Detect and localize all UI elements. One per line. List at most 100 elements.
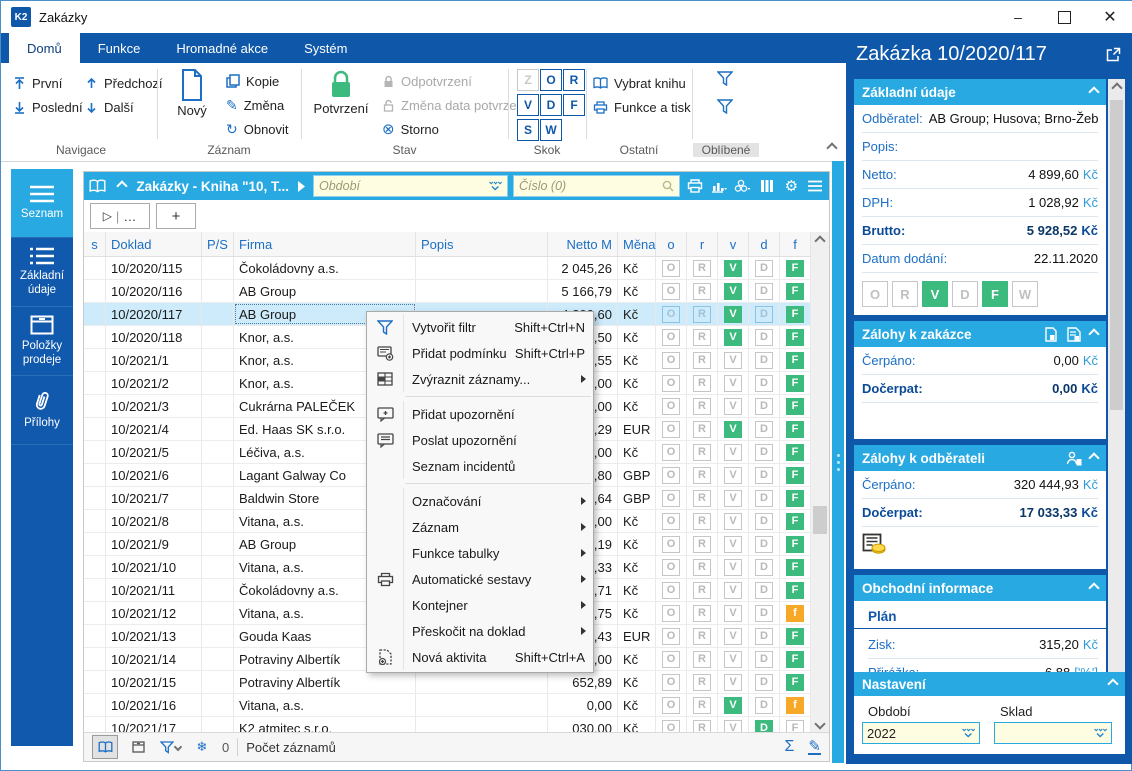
cell[interactable]: Kč [618, 602, 656, 624]
column-header-v[interactable]: v [718, 232, 749, 256]
cell[interactable] [202, 464, 234, 486]
cell[interactable]: 10/2021/16 [106, 694, 202, 716]
panel-vertical-scrollbar[interactable] [1108, 79, 1125, 691]
sidebar-item-prilohy[interactable]: Přílohy [11, 376, 73, 445]
sidebar-item-zakladni-udaje[interactable]: Základní údaje [11, 238, 73, 307]
column-header-o[interactable]: o [656, 232, 687, 256]
cell[interactable] [202, 625, 234, 647]
cell[interactable] [202, 671, 234, 693]
scroll-thumb[interactable] [1110, 100, 1123, 410]
jump-o-button[interactable]: O [540, 69, 562, 91]
menu-item-p-esko-it-na-doklad[interactable]: Přeskočit na doklad [367, 618, 593, 644]
cancel-button[interactable]: ⊗ Storno [382, 117, 439, 141]
cell[interactable] [202, 395, 234, 417]
cell[interactable] [416, 280, 548, 302]
cell[interactable]: EUR [618, 625, 656, 647]
container-view-toggle[interactable] [126, 736, 150, 758]
cell[interactable]: Kč [618, 326, 656, 348]
close-button[interactable]: ✕ [1087, 1, 1132, 33]
cell[interactable] [202, 257, 234, 279]
cell[interactable] [202, 556, 234, 578]
run-actions-button[interactable]: ▷ |… [90, 203, 150, 229]
sidebar-item-seznam[interactable]: Seznam [11, 169, 73, 238]
cell[interactable] [84, 257, 106, 279]
jump-v-button[interactable]: V [517, 94, 539, 116]
jump-d-button[interactable]: D [540, 94, 562, 116]
column-header-f[interactable]: f [780, 232, 811, 256]
favorite-filter-2-button[interactable] [717, 99, 733, 114]
cell[interactable]: 10/2020/116 [106, 280, 202, 302]
cell[interactable] [84, 303, 106, 325]
chart-icon[interactable] [709, 175, 728, 197]
book-select-arrow[interactable] [294, 175, 308, 197]
cell[interactable]: 10/2021/4 [106, 418, 202, 440]
cell[interactable]: Kč [618, 280, 656, 302]
cell[interactable] [84, 349, 106, 371]
tab-funkce[interactable]: Funkce [80, 33, 159, 63]
menu-item-kontejner[interactable]: Kontejner [367, 592, 593, 618]
cell[interactable] [202, 694, 234, 716]
cluster-icon[interactable] [733, 175, 752, 197]
advance-doc-icon[interactable] [1044, 326, 1058, 342]
cell[interactable]: Kč [618, 556, 656, 578]
settings-gear-icon[interactable]: ⚙ [782, 175, 801, 197]
cell[interactable]: 030,00 [548, 717, 618, 732]
cell[interactable] [84, 533, 106, 555]
cell[interactable] [202, 280, 234, 302]
customer-advances-icon[interactable] [1066, 451, 1082, 466]
warehouse-combo[interactable] [994, 722, 1112, 744]
menu-item-z-znam[interactable]: Záznam [367, 514, 593, 540]
sidebar-item-polozky-prodeje[interactable]: Položky prodeje [11, 307, 73, 376]
column-header-Netto M[interactable]: Netto M [548, 232, 618, 256]
table-row[interactable]: 10/2020/116 AB Group 5 166,79 Kč O R V D F [84, 280, 811, 303]
cell[interactable] [84, 510, 106, 532]
cell[interactable]: AB Group [234, 280, 416, 302]
cell[interactable] [84, 717, 106, 732]
cell[interactable]: EUR [618, 418, 656, 440]
cell[interactable] [202, 510, 234, 532]
cell[interactable]: K2 atmitec s.r.o. [234, 717, 416, 732]
cell[interactable] [202, 533, 234, 555]
column-header-P/S[interactable]: P/S [202, 232, 234, 256]
period-filter-combo[interactable]: Období [313, 175, 508, 197]
cell[interactable] [202, 579, 234, 601]
scroll-thumb[interactable] [813, 506, 827, 534]
cell[interactable] [84, 602, 106, 624]
tab-hromadné-akce[interactable]: Hromadné akce [158, 33, 286, 63]
column-header-r[interactable]: r [687, 232, 718, 256]
jump-r-button[interactable]: R [563, 69, 585, 91]
cell[interactable] [84, 372, 106, 394]
cell[interactable]: 10/2020/117 [106, 303, 202, 325]
nav-first-button[interactable]: První [13, 71, 62, 95]
cell[interactable] [416, 671, 548, 693]
column-header-Popis[interactable]: Popis [416, 232, 548, 256]
new-record-button[interactable]: Nový [170, 67, 214, 118]
nav-last-button[interactable]: Poslední [13, 95, 83, 119]
menu-item-funkce-tabulky[interactable]: Funkce tabulky [367, 540, 593, 566]
menu-item-seznam-incident-[interactable]: Seznam incidentů [367, 453, 593, 479]
table-row[interactable]: 10/2021/16 Vitana, a.s. 0,00 Kč O R V Df [84, 694, 811, 717]
cell[interactable] [416, 694, 548, 716]
filter-status-button[interactable] [158, 736, 182, 758]
cell[interactable]: Potraviny Albertík [234, 671, 416, 693]
collapse-section-icon[interactable] [1088, 582, 1100, 594]
cell[interactable]: 10/2021/11 [106, 579, 202, 601]
cell[interactable]: 10/2021/9 [106, 533, 202, 555]
scroll-up-arrow[interactable] [811, 232, 829, 249]
confirm-button[interactable]: Potvrzení [310, 67, 372, 116]
cell[interactable] [84, 326, 106, 348]
scroll-up-arrow[interactable] [1108, 79, 1126, 96]
cell[interactable] [84, 556, 106, 578]
cell[interactable]: Kč [618, 441, 656, 463]
cell[interactable]: Kč [618, 349, 656, 371]
refresh-button[interactable]: ↻ Obnovit [226, 117, 289, 141]
menu-item-poslat-upozorn-n-[interactable]: Poslat upozornění [367, 427, 593, 453]
cell[interactable] [84, 441, 106, 463]
column-header-d[interactable]: d [749, 232, 780, 256]
cell[interactable] [84, 671, 106, 693]
column-header-Měna[interactable]: Měna [618, 232, 656, 256]
sum-icon[interactable]: Σ [785, 738, 795, 756]
cell[interactable]: Kč [618, 510, 656, 532]
cell[interactable] [84, 625, 106, 647]
add-button[interactable]: + [156, 203, 196, 229]
